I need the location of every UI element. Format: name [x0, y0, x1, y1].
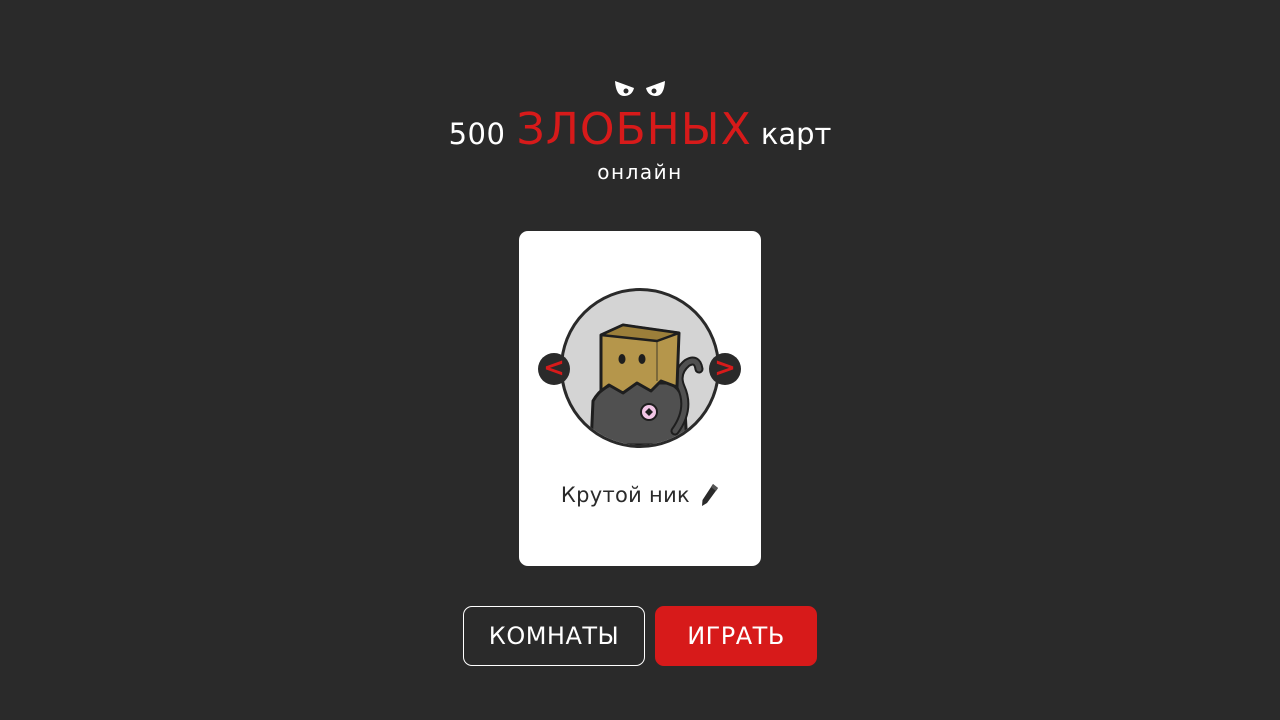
logo-subtitle: онлайн: [597, 160, 683, 184]
avatar: [560, 288, 720, 448]
rooms-button[interactable]: КОМНАТЫ: [463, 606, 645, 666]
evil-eyes-icon: [615, 81, 665, 96]
logo-title: 500 ЗЛОБНЫХ карт: [0, 104, 1280, 155]
next-avatar-button[interactable]: >: [709, 353, 741, 385]
play-button[interactable]: ИГРАТЬ: [655, 606, 817, 666]
profile-card: < > Крутой ник: [519, 231, 761, 566]
nickname-row: Крутой ник: [519, 483, 761, 507]
prev-avatar-button[interactable]: <: [538, 353, 570, 385]
paper-bag-cat-icon: [589, 323, 704, 445]
nickname-text[interactable]: Крутой ник: [561, 483, 690, 507]
logo-number: 500: [448, 117, 506, 151]
main-menu-screen: 500 ЗЛОБНЫХ карт онлайн < > Крутой ник К…: [0, 0, 1280, 720]
logo-main-word: ЗЛОБНЫХ: [516, 104, 752, 155]
pencil-icon[interactable]: [701, 483, 719, 507]
logo-suffix: карт: [760, 117, 832, 151]
